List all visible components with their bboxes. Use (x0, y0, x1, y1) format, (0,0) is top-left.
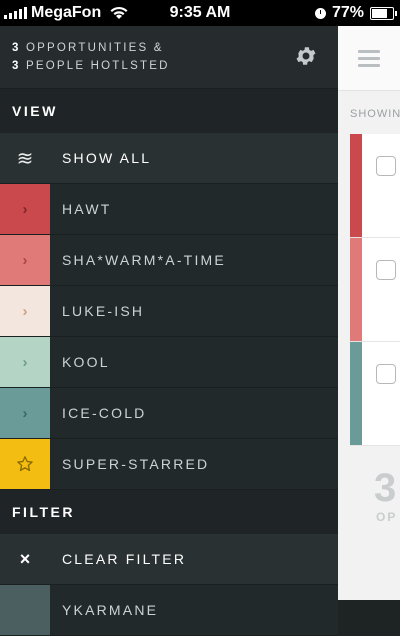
hamburger-menu-icon[interactable] (358, 50, 380, 71)
close-icon: × (19, 548, 31, 569)
opportunity-card[interactable] (350, 238, 400, 342)
sidebar-item-partial[interactable]: YKARMANE (0, 585, 338, 636)
opportunity-card[interactable] (350, 342, 400, 446)
people-summary: 3 PEOPLE HOTLSTED (12, 60, 170, 72)
gear-icon[interactable] (294, 44, 318, 68)
select-checkbox[interactable] (376, 364, 396, 384)
view-item-label: HAWT (62, 201, 112, 217)
opportunities-label: OPPORTUNITIES & (26, 42, 164, 54)
show-all-item[interactable]: ≋ SHOW ALL (0, 133, 338, 184)
main-content-panel[interactable]: SHOWIN 3 OP (338, 26, 400, 600)
view-item[interactable]: › SHA*WARM*A-TIME (0, 235, 338, 286)
view-filter-list: › HAWT › SHA*WARM*A-TIME › LUKE-ISH › KOOL › ICE-… (0, 184, 338, 490)
view-item-label: SHA*WARM*A-TIME (62, 252, 226, 268)
people-label: PEOPLE HOTLSTED (26, 60, 170, 72)
battery-percentage: 77% (331, 4, 364, 21)
show-all-label: SHOW ALL (62, 150, 152, 166)
opportunities-count: 3 (12, 42, 21, 54)
opportunity-list (350, 134, 400, 446)
opportunity-count-label: OP (376, 510, 398, 524)
temperature-stripe (350, 238, 362, 341)
view-item-label: KOOL (62, 354, 110, 370)
opportunity-count: 3 (374, 466, 397, 510)
opportunities-summary: 3 OPPORTUNITIES & (12, 42, 164, 54)
clear-filter-label: CLEAR FILTER (62, 551, 187, 567)
chevron-right-icon: › (0, 184, 50, 234)
status-bar: MegaFon 9:35 AM 77% (0, 0, 400, 26)
opportunity-card[interactable] (350, 134, 400, 238)
hotlist-summary: 3 OPPORTUNITIES & 3 PEOPLE HOTLSTED (0, 26, 338, 89)
sidebar-menu: 3 OPPORTUNITIES & 3 PEOPLE HOTLSTED VIEW… (0, 26, 338, 636)
view-item-label: SUPER-STARRED (62, 456, 210, 472)
sidebar-item-label: YKARMANE (62, 602, 159, 618)
view-item[interactable]: › ICE-COLD (0, 388, 338, 439)
filter-section-header: FILTER (0, 490, 338, 534)
view-item[interactable]: › HAWT (0, 184, 338, 235)
chevron-right-icon: › (0, 286, 50, 336)
waves-icon: ≋ (16, 147, 34, 170)
select-checkbox[interactable] (376, 156, 396, 176)
main-header (338, 26, 400, 91)
chevron-right-icon: › (0, 337, 50, 387)
view-item[interactable]: › KOOL (0, 337, 338, 388)
view-item-label: LUKE-ISH (62, 303, 145, 319)
chevron-right-icon: › (0, 235, 50, 285)
chevron-right-icon: › (0, 388, 50, 438)
view-item[interactable]: › LUKE-ISH (0, 286, 338, 337)
view-item[interactable]: SUPER-STARRED (0, 439, 338, 490)
view-item-label: ICE-COLD (62, 405, 147, 421)
temperature-stripe (350, 342, 362, 445)
clear-filter-item[interactable]: × CLEAR FILTER (0, 534, 338, 585)
alarm-clock-icon (314, 7, 326, 19)
battery-icon (370, 6, 397, 20)
people-count: 3 (12, 60, 21, 72)
category-swatch (0, 585, 50, 635)
star-icon (0, 439, 50, 489)
select-checkbox[interactable] (376, 260, 396, 280)
temperature-stripe (350, 134, 362, 237)
view-section-header: VIEW (0, 89, 338, 133)
showing-label: SHOWIN (350, 108, 400, 120)
